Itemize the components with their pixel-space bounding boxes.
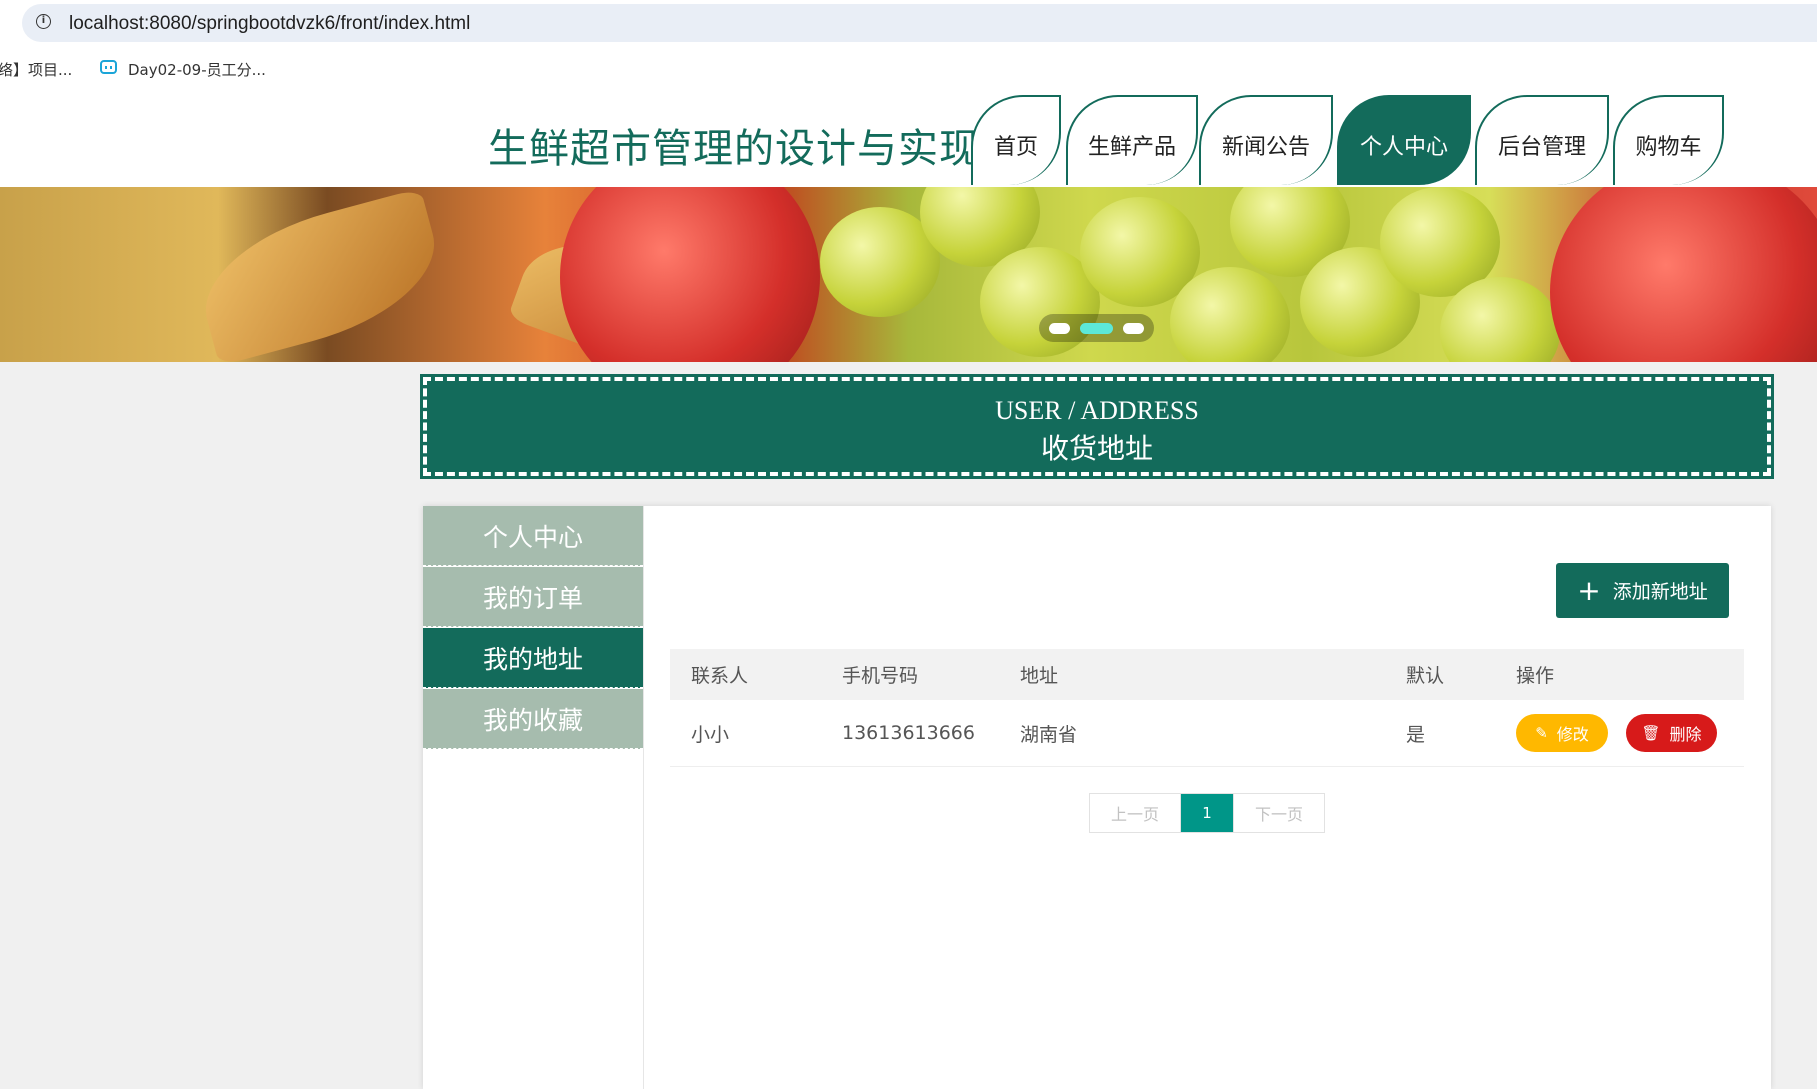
site-title: 生鲜超市管理的设计与实现 [488,126,980,172]
nav-user-center[interactable]: 个人中心 [1337,95,1471,185]
banner-carousel [0,187,1817,362]
sidebar-menu: 个人中心 我的订单 我的地址 我的收藏 [423,506,643,750]
trash-icon: 🗑 [1641,724,1661,742]
cell-contact: 小小 [691,723,730,746]
sidebar-item-address[interactable]: 我的地址 [423,628,643,688]
address-table: 联系人 手机号码 地址 默认 操作 小小 13613613666 湖南省 是 ✎… [670,649,1744,767]
column-header-actions: 操作 [1516,665,1555,687]
table-header: 联系人 手机号码 地址 默认 操作 [670,649,1744,700]
current-page[interactable]: 1 [1181,794,1233,832]
section-title-cn: 收货地址 [1040,432,1153,465]
section-title-en: USER / ADDRESS [995,396,1199,425]
nav-products[interactable]: 生鲜产品 [1066,95,1198,185]
url-text[interactable]: localhost:8080/springbootdvzk6/front/ind… [69,13,470,35]
sidebar-item-user-center[interactable]: 个人中心 [423,506,643,566]
prev-page-button[interactable]: 上一页 [1090,794,1181,832]
banner-leaf [188,187,452,362]
plus-icon: + [1577,573,1601,607]
bookmark-label: Day02-09-员工分... [128,61,266,79]
browser-url-bar: i localhost:8080/springbootdvzk6/front/i… [0,0,1817,46]
delete-label: 删除 [1669,725,1702,744]
nav-cart[interactable]: 购物车 [1613,95,1724,185]
content-panel: 个人中心 我的订单 我的地址 我的收藏 + 添加新地址 联系人 手机号码 地址 … [423,506,1771,1089]
nav-home[interactable]: 首页 [971,95,1061,185]
delete-button[interactable]: 🗑 删除 [1626,714,1717,752]
column-header-contact: 联系人 [691,665,749,687]
carousel-indicators [1039,314,1154,342]
nav-news[interactable]: 新闻公告 [1199,95,1333,185]
bookmarks-bar: 络】项目... Day02-09-员工分... [0,46,1817,92]
carousel-dot[interactable] [1049,323,1070,334]
section-title-banner: USER / ADDRESS 收货地址 [420,374,1774,479]
edit-button[interactable]: ✎ 修改 [1516,714,1608,752]
edit-label: 修改 [1556,725,1589,744]
column-header-phone: 手机号码 [842,665,919,687]
site-info-icon[interactable]: i [36,14,51,29]
add-address-button[interactable]: + 添加新地址 [1556,563,1729,618]
column-header-default: 默认 [1406,665,1445,687]
cell-default: 是 [1406,723,1426,746]
add-address-label: 添加新地址 [1612,581,1708,603]
bookmark-item[interactable]: 络】项目... [0,59,72,80]
pagination: 上一页 1 下一页 [1089,793,1325,833]
table-row: 小小 13613613666 湖南省 是 ✎ 修改 🗑 删除 [670,700,1744,767]
cell-address: 湖南省 [1020,723,1078,746]
banner-apple [1550,187,1817,362]
nav-admin[interactable]: 后台管理 [1475,95,1609,185]
bookmark-item[interactable]: Day02-09-员工分... [100,59,266,80]
banner-apple [560,187,820,362]
sidebar-item-orders[interactable]: 我的订单 [423,567,643,627]
cell-phone: 13613613666 [842,722,975,744]
carousel-dot-active[interactable] [1080,323,1113,334]
next-page-button[interactable]: 下一页 [1233,794,1324,832]
sidebar-item-favorites[interactable]: 我的收藏 [423,689,643,749]
pencil-icon: ✎ [1535,724,1548,742]
column-header-address: 地址 [1020,665,1059,687]
sidebar-divider [643,506,644,1089]
carousel-dot[interactable] [1123,323,1144,334]
address-bar[interactable]: i localhost:8080/springbootdvzk6/front/i… [22,4,1817,42]
banner-grape [1170,267,1290,362]
site-header: 生鲜超市管理的设计与实现 首页 生鲜产品 新闻公告 个人中心 后台管理 购物车 [0,92,1817,187]
